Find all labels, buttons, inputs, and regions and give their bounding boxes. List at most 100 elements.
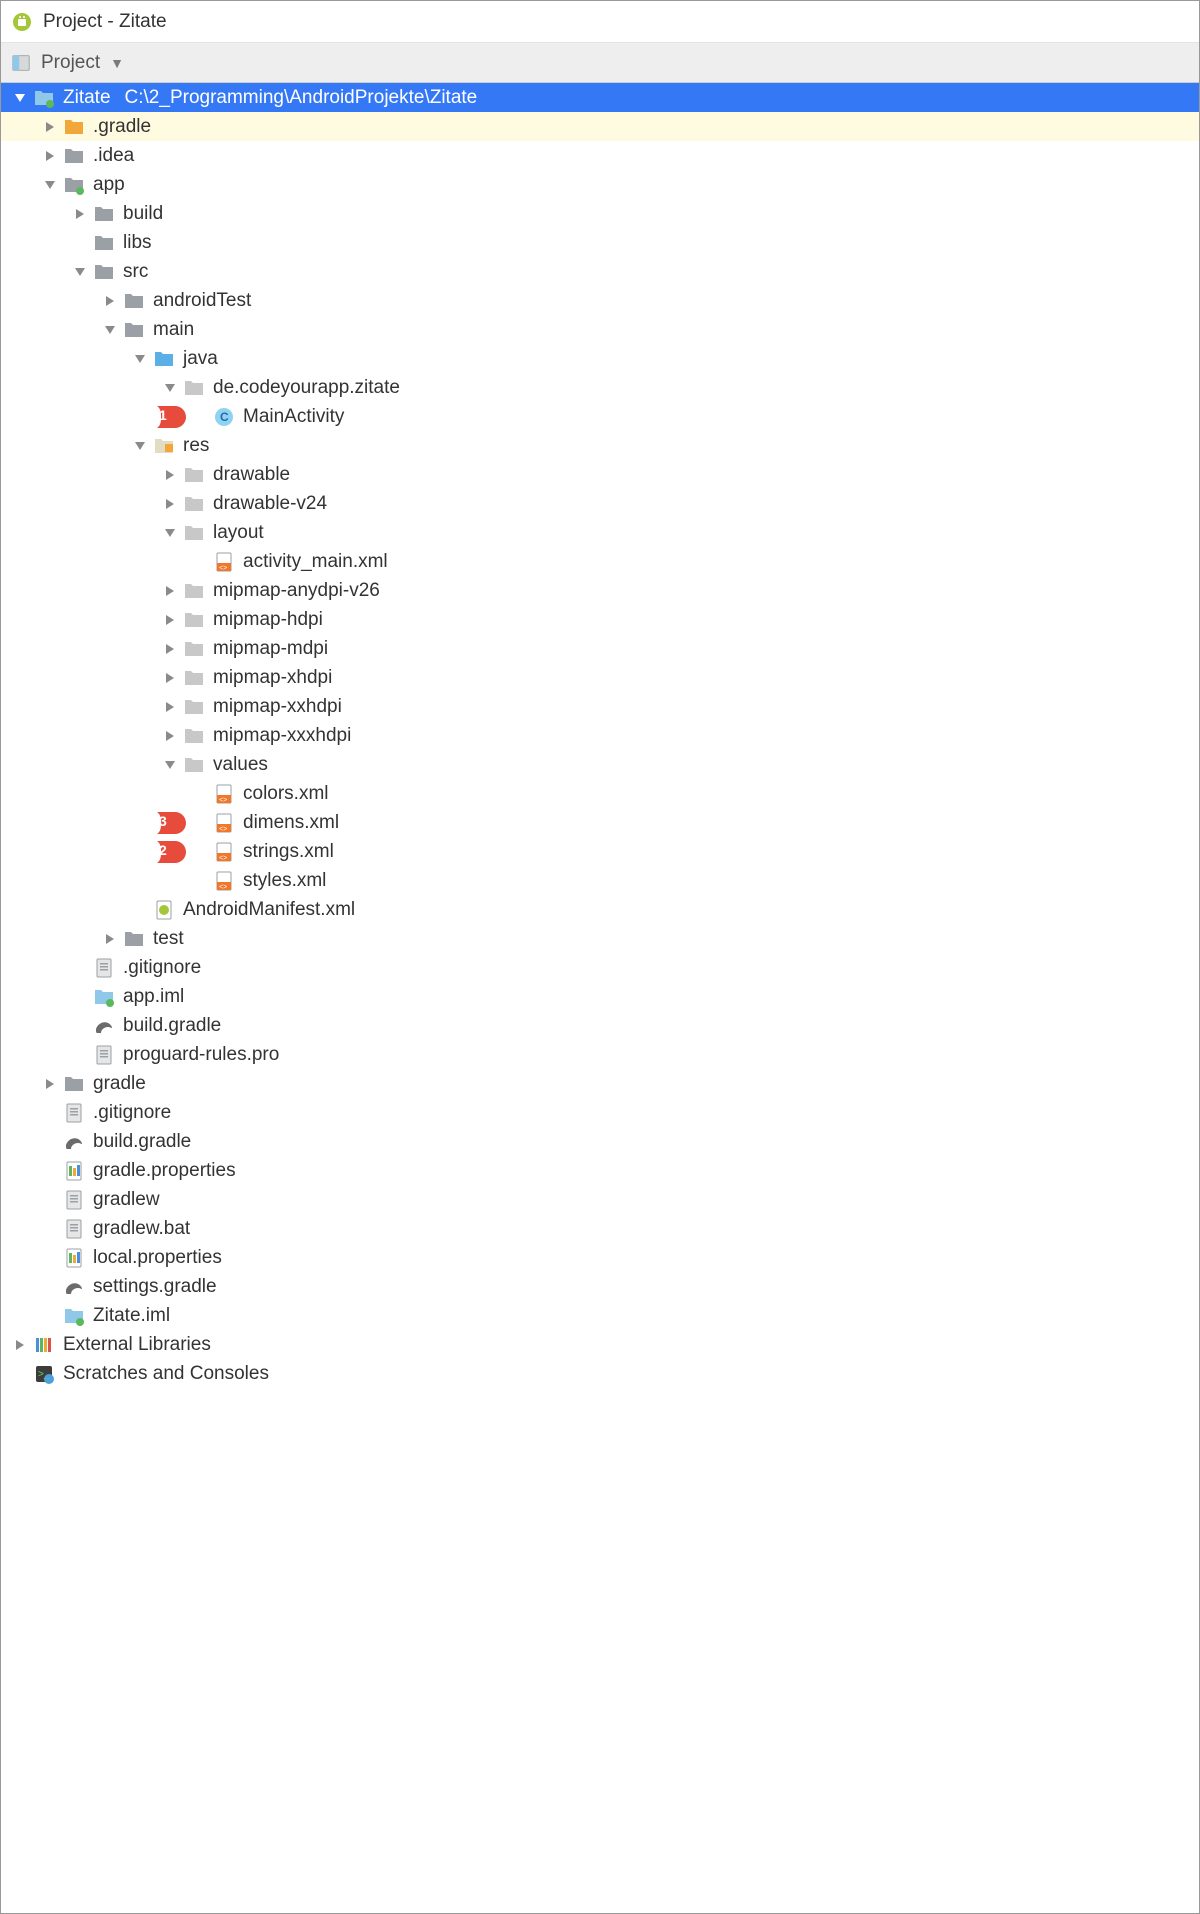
tree-item-scratches[interactable]: Scratches and Consoles — [1, 1359, 1199, 1388]
expand-icon[interactable] — [71, 205, 89, 223]
tree-item-activity-main[interactable]: activity_main.xml — [1, 547, 1199, 576]
xml-file-icon — [213, 870, 235, 892]
tree-item-src[interactable]: src — [1, 257, 1199, 286]
expand-icon[interactable] — [161, 669, 179, 687]
folder-icon — [93, 203, 115, 225]
tree-item-manifest[interactable]: AndroidManifest.xml — [1, 895, 1199, 924]
view-selector[interactable]: Project — [41, 52, 100, 74]
tree-item-zitate-iml[interactable]: Zitate.iml — [1, 1301, 1199, 1330]
tree-label: gradle.properties — [93, 1160, 236, 1182]
tree-item-app[interactable]: app — [1, 170, 1199, 199]
tree-item-settings-gradle[interactable]: settings.gradle — [1, 1272, 1199, 1301]
root-name: Zitate — [63, 87, 111, 109]
chevron-down-icon[interactable]: ▼ — [110, 55, 124, 71]
expand-icon[interactable] — [161, 698, 179, 716]
tree-item-gradle-cache[interactable]: .gradle — [1, 112, 1199, 141]
tree-item-res[interactable]: res — [1, 431, 1199, 460]
folder-icon — [183, 522, 205, 544]
tree-item-dimens-xml[interactable]: 3 dimens.xml — [1, 808, 1199, 837]
package-icon — [183, 377, 205, 399]
expand-icon[interactable] — [11, 1336, 29, 1354]
expand-icon[interactable] — [101, 930, 119, 948]
android-studio-icon — [11, 11, 33, 33]
tree-label: Scratches and Consoles — [63, 1363, 269, 1385]
tree-item-app-iml[interactable]: app.iml — [1, 982, 1199, 1011]
expand-icon[interactable] — [161, 524, 179, 542]
tree-item-gradle-properties[interactable]: gradle.properties — [1, 1156, 1199, 1185]
tree-label: androidTest — [153, 290, 251, 312]
folder-icon — [93, 261, 115, 283]
tree-item-test[interactable]: test — [1, 924, 1199, 953]
tree-item-mipmap-mdpi[interactable]: mipmap-mdpi — [1, 634, 1199, 663]
tree-item-androidtest[interactable]: androidTest — [1, 286, 1199, 315]
expand-icon[interactable] — [11, 89, 29, 107]
expand-icon[interactable] — [71, 263, 89, 281]
expand-icon[interactable] — [131, 350, 149, 368]
tree-item-external-libraries[interactable]: External Libraries — [1, 1330, 1199, 1359]
tree-label: res — [183, 435, 209, 457]
tree-item-gitignore-root[interactable]: .gitignore — [1, 1098, 1199, 1127]
expand-icon[interactable] — [161, 756, 179, 774]
tree-item-layout[interactable]: layout — [1, 518, 1199, 547]
expand-icon[interactable] — [101, 321, 119, 339]
tree-item-proguard[interactable]: proguard-rules.pro — [1, 1040, 1199, 1069]
tree-item-drawable-v24[interactable]: drawable-v24 — [1, 489, 1199, 518]
tree-label: External Libraries — [63, 1334, 211, 1356]
tree-item-local-properties[interactable]: local.properties — [1, 1243, 1199, 1272]
tree-label: values — [213, 754, 268, 776]
expand-icon[interactable] — [131, 437, 149, 455]
tree-item-java[interactable]: java — [1, 344, 1199, 373]
tree-item-build-gradle-app[interactable]: build.gradle — [1, 1011, 1199, 1040]
tree-item-mipmap-hdpi[interactable]: mipmap-hdpi — [1, 605, 1199, 634]
tree-item-mipmap-xxxhdpi[interactable]: mipmap-xxxhdpi — [1, 721, 1199, 750]
expand-icon[interactable] — [161, 495, 179, 513]
tree-item-idea[interactable]: .idea — [1, 141, 1199, 170]
folder-icon — [123, 319, 145, 341]
tree-item-mipmap-anydpi[interactable]: mipmap-anydpi-v26 — [1, 576, 1199, 605]
tree-label: .idea — [93, 145, 134, 167]
xml-file-icon — [213, 551, 235, 573]
expand-icon[interactable] — [41, 1075, 59, 1093]
tree-item-mipmap-xxhdpi[interactable]: mipmap-xxhdpi — [1, 692, 1199, 721]
tree-item-strings-xml[interactable]: 2 strings.xml — [1, 837, 1199, 866]
folder-icon — [63, 1073, 85, 1095]
expand-icon[interactable] — [41, 176, 59, 194]
folder-icon — [183, 667, 205, 689]
expand-icon[interactable] — [41, 147, 59, 165]
tree-label: build.gradle — [123, 1015, 221, 1037]
window: Project - Zitate Project ▼ Zitate C:\2_P… — [0, 0, 1200, 1914]
tree-item-gitignore-app[interactable]: .gitignore — [1, 953, 1199, 982]
tree-item-build-gradle-root[interactable]: build.gradle — [1, 1127, 1199, 1156]
tree-label: main — [153, 319, 194, 341]
xml-file-icon — [213, 783, 235, 805]
tree-item-styles-xml[interactable]: styles.xml — [1, 866, 1199, 895]
tree-item-colors-xml[interactable]: colors.xml — [1, 779, 1199, 808]
tree-item-drawable[interactable]: drawable — [1, 460, 1199, 489]
folder-icon — [93, 232, 115, 254]
expand-icon[interactable] — [161, 379, 179, 397]
tree-item-mainactivity[interactable]: 1 MainActivity — [1, 402, 1199, 431]
project-tree[interactable]: Zitate C:\2_Programming\AndroidProjekte\… — [1, 83, 1199, 1913]
expand-icon[interactable] — [101, 292, 119, 310]
tree-item-build[interactable]: build — [1, 199, 1199, 228]
tree-item-gradle-dir[interactable]: gradle — [1, 1069, 1199, 1098]
expand-icon[interactable] — [161, 640, 179, 658]
expand-icon[interactable] — [161, 727, 179, 745]
manifest-icon — [153, 899, 175, 921]
tree-item-gradlew[interactable]: gradlew — [1, 1185, 1199, 1214]
tree-item-values[interactable]: values — [1, 750, 1199, 779]
tree-item-main[interactable]: main — [1, 315, 1199, 344]
tree-label: test — [153, 928, 184, 950]
expand-icon[interactable] — [161, 466, 179, 484]
tree-item-mipmap-xhdpi[interactable]: mipmap-xhdpi — [1, 663, 1199, 692]
expand-icon[interactable] — [161, 611, 179, 629]
tree-root[interactable]: Zitate C:\2_Programming\AndroidProjekte\… — [1, 83, 1199, 112]
expand-icon[interactable] — [161, 582, 179, 600]
expand-icon[interactable] — [41, 118, 59, 136]
resource-folder-icon — [153, 435, 175, 457]
scratches-icon — [33, 1363, 55, 1385]
tree-item-libs[interactable]: libs — [1, 228, 1199, 257]
tree-item-package[interactable]: de.codeyourapp.zitate — [1, 373, 1199, 402]
tree-item-gradlew-bat[interactable]: gradlew.bat — [1, 1214, 1199, 1243]
tree-label: .gitignore — [123, 957, 201, 979]
